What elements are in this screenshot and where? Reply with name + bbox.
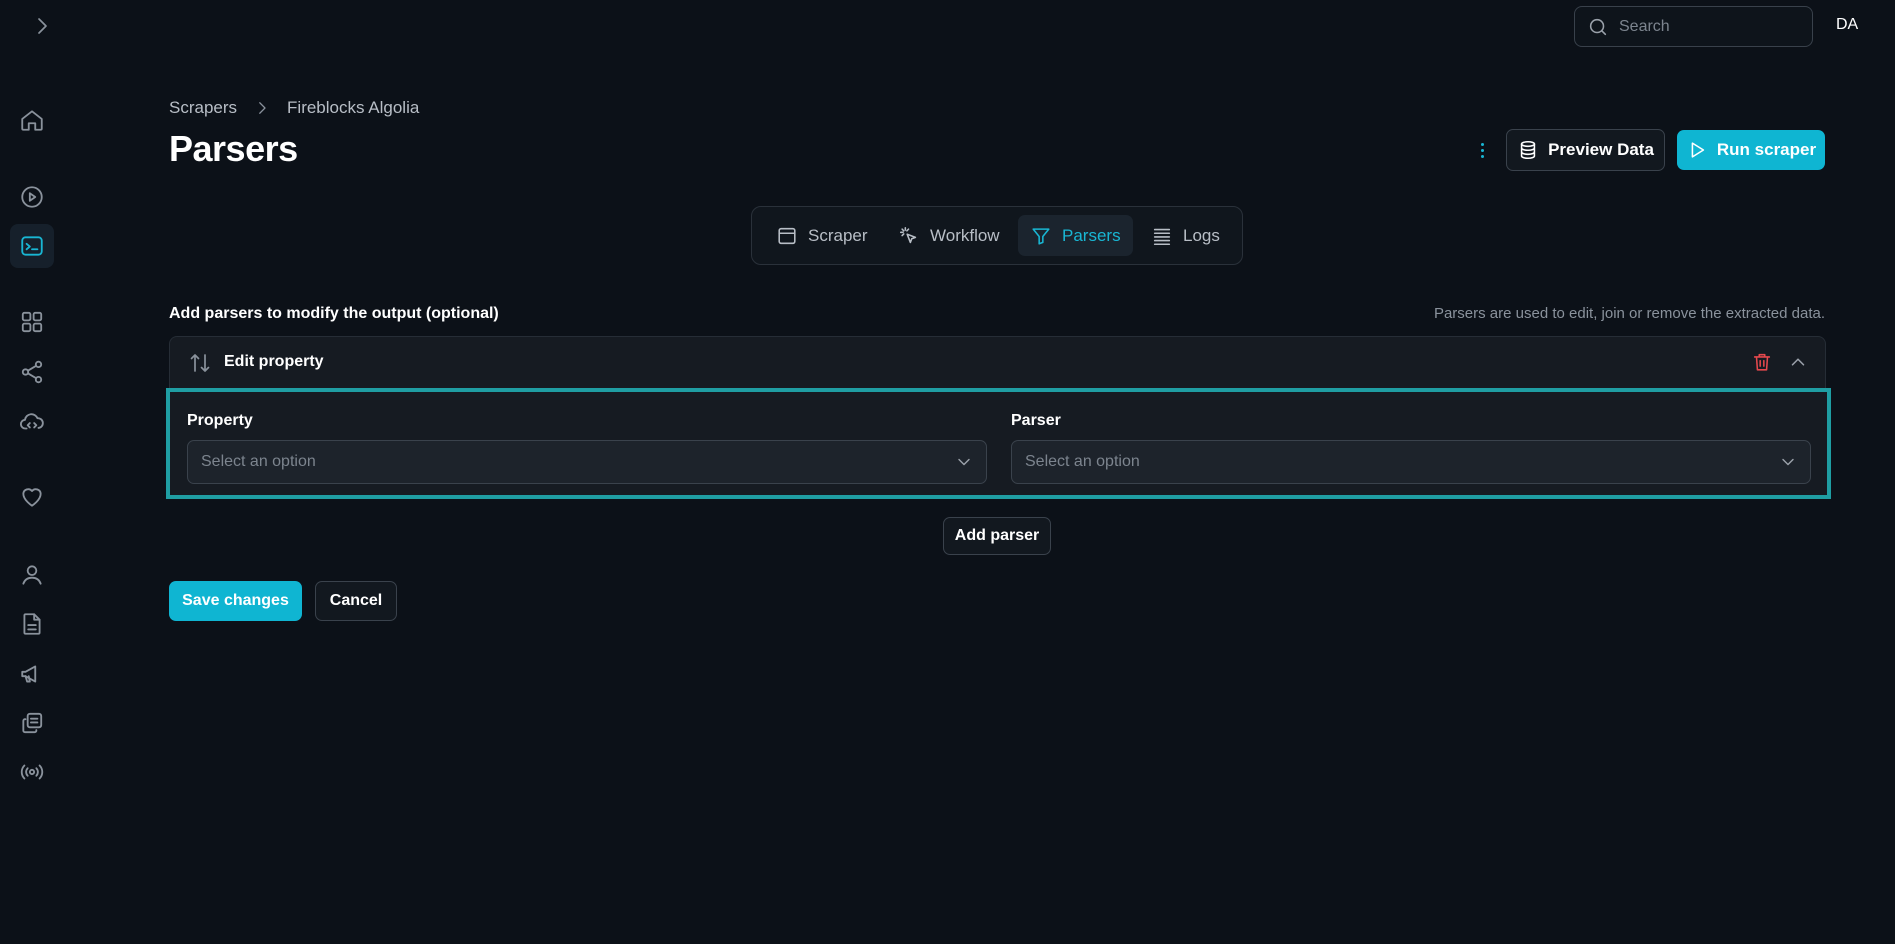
chevron-up-icon[interactable] [1787,351,1809,373]
user-icon[interactable] [10,553,54,597]
tab-scraper-label: Scraper [808,225,868,245]
tab-scraper[interactable]: Scraper [764,215,880,256]
database-icon [1520,140,1536,160]
tab-parsers-label: Parsers [1062,225,1121,245]
filter-icon [1032,227,1050,245]
save-changes-button[interactable]: Save changes [169,581,302,621]
run-scraper-label: Run scraper [1716,140,1817,159]
section-hint: Parsers are used to edit, join or remove… [1433,305,1825,322]
sidebar [0,0,66,944]
share-icon[interactable] [10,350,54,394]
tab-logs[interactable]: Logs [1139,215,1232,256]
section-label: Add parsers to modify the output (option… [169,305,499,322]
breadcrumb-link-scrapers[interactable]: Scrapers [169,98,237,118]
copy-icon[interactable] [10,701,54,745]
megaphone-icon[interactable] [10,652,54,696]
breadcrumb: Scrapers Fireblocks Algolia [169,98,419,118]
run-scraper-button[interactable]: Run scraper [1677,130,1825,170]
search-input[interactable] [1619,17,1799,36]
list-icon [1153,228,1171,245]
tab-workflow-label: Workflow [930,225,1000,245]
play-icon [1691,142,1705,158]
tab-bar: Scraper Workflow Parsers Logs [751,206,1243,265]
preview-data-label: Preview Data [1548,140,1654,159]
grid-icon[interactable] [10,300,54,344]
chevron-down-icon [1782,458,1794,466]
tab-logs-label: Logs [1183,225,1220,245]
more-options-icon[interactable] [1472,138,1492,162]
add-parser-button[interactable]: Add parser [943,517,1051,555]
chevron-right-icon [259,102,266,114]
play-circle-icon[interactable] [10,175,54,219]
cursor-click-icon [899,226,917,243]
parser-title: Edit property [224,353,324,370]
window-icon [778,227,796,244]
cancel-button[interactable]: Cancel [315,581,397,621]
property-label: Property [187,412,253,429]
parser-card-body: Property Select an option Parser Select … [166,388,1831,499]
sidebar-expand-chevron-icon[interactable] [30,14,54,38]
property-select-placeholder: Select an option [201,453,316,470]
document-icon[interactable] [10,602,54,646]
heart-icon[interactable] [10,475,54,519]
parser-card-header[interactable]: Edit property [169,336,1826,388]
sort-arrows-icon[interactable] [188,351,212,375]
breadcrumb-current[interactable]: Fireblocks Algolia [287,98,419,118]
search-box[interactable] [1574,6,1813,47]
avatar[interactable]: DA [1836,16,1858,34]
chevron-down-icon [958,458,970,466]
terminal-icon[interactable] [10,224,54,268]
broadcast-icon[interactable] [10,750,54,794]
parser-label: Parser [1011,412,1061,429]
parser-select[interactable]: Select an option [1011,440,1811,484]
tab-workflow[interactable]: Workflow [886,215,1012,256]
search-icon [1589,18,1607,35]
tab-parsers[interactable]: Parsers [1018,215,1133,256]
cloud-code-icon[interactable] [10,400,54,444]
preview-data-button[interactable]: Preview Data [1506,129,1665,171]
parser-select-placeholder: Select an option [1025,453,1140,470]
home-icon[interactable] [10,98,54,142]
property-select[interactable]: Select an option [187,440,987,484]
trash-icon[interactable] [1751,351,1773,373]
page-title: Parsers [169,128,298,169]
